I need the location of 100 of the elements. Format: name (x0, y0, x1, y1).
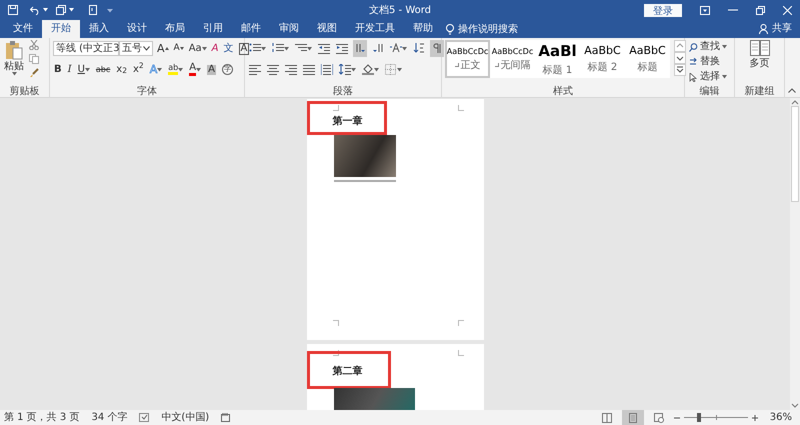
up-caret-icon (164, 47, 169, 50)
find-button[interactable]: 查找 (688, 40, 731, 54)
ribbon-tab[interactable]: 设计 (118, 20, 156, 38)
ribbon-tab[interactable]: 邮件 (232, 20, 270, 38)
caret-icon (722, 75, 727, 79)
ribbon-tab[interactable]: 布局 (156, 20, 194, 38)
minimize-icon[interactable] (728, 9, 738, 11)
restore-icon[interactable] (756, 6, 765, 14)
change-case-button[interactable]: Aa (188, 40, 208, 57)
ribbon-tab[interactable]: 视图 (308, 20, 346, 38)
left-to-right-icon (354, 43, 366, 54)
clear-format-button[interactable]: A (210, 40, 220, 57)
paragraph-mark-button[interactable] (430, 40, 444, 57)
scissors-icon[interactable] (29, 40, 39, 50)
replace-button[interactable]: 替换 (688, 55, 731, 69)
ribbon-tab[interactable]: 帮助 (404, 20, 442, 38)
ribbon-tab[interactable]: 审阅 (270, 20, 308, 38)
collapse-ribbon-icon[interactable] (788, 88, 796, 93)
customize-icon[interactable] (107, 8, 113, 12)
minus-icon[interactable] (674, 414, 680, 420)
caret-icon (69, 8, 74, 12)
caret-icon (374, 68, 379, 72)
undo-icon[interactable] (30, 5, 40, 15)
script-button[interactable]: x$^{2}$ (132, 61, 145, 78)
scrollbar-thumb[interactable] (791, 106, 799, 202)
scroll-up-icon[interactable] (674, 40, 686, 52)
ribbon-tab[interactable]: 开始 (42, 20, 80, 38)
page-count[interactable]: 第 1 页，共 3 页 (4, 410, 80, 425)
grow-font-button[interactable]: A (156, 40, 170, 57)
bold-button[interactable]: B (53, 61, 63, 78)
caret-icon (178, 68, 184, 72)
distributed-button[interactable] (320, 61, 334, 78)
bullets-icon (249, 43, 261, 54)
macro-icon[interactable] (221, 413, 230, 422)
font-size-field[interactable]: 五号 (119, 41, 153, 56)
layout-icon[interactable] (56, 5, 66, 15)
ribbon-tab[interactable]: 开发工具 (346, 20, 404, 38)
plus-icon[interactable] (752, 414, 758, 420)
zoom-slider[interactable] (684, 413, 748, 422)
ribbon-tab[interactable]: 文件 (4, 20, 42, 38)
italic-button[interactable]: I (66, 61, 73, 78)
proofing-icon[interactable] (139, 413, 150, 422)
globe-page-icon (654, 412, 664, 422)
distributed-icon (321, 64, 333, 75)
highlight-button[interactable]: ab (167, 61, 184, 78)
caret-icon (402, 46, 407, 50)
ribbon-tab[interactable]: 引用 (194, 20, 232, 38)
close-icon[interactable] (783, 6, 792, 14)
save-icon[interactable] (8, 5, 18, 15)
scroll-down-icon[interactable] (790, 402, 800, 410)
scroll-down-icon[interactable] (674, 52, 686, 64)
script-button[interactable]: x$_{2}$ (115, 61, 128, 78)
strikethrough-button[interactable]: abc (94, 61, 112, 78)
font-name-field[interactable]: 等线 (中文正3 (53, 41, 119, 56)
return-mark-icon (494, 63, 498, 67)
paintbrush-icon[interactable] (29, 68, 39, 78)
search-icon (689, 42, 698, 52)
increase-indent-icon (336, 43, 348, 54)
sort-icon (413, 43, 425, 54)
left-to-right-button[interactable] (353, 40, 367, 57)
character-shading-button[interactable]: A (206, 61, 217, 78)
gallery-more-icon[interactable] (674, 64, 686, 76)
character-border-button[interactable]: A (238, 40, 250, 57)
zoom-level[interactable]: 36% (770, 410, 792, 425)
chapter-heading: 第二章 (332, 364, 362, 379)
tell-me-search[interactable]: 操作说明搜索 (458, 22, 518, 36)
multiple-pages-button[interactable]: 多页 (748, 40, 770, 80)
numbering-icon (272, 43, 284, 54)
right-to-left-icon (372, 43, 384, 54)
style-item[interactable]: AaBbCcDc 正文 (445, 40, 490, 78)
font-color-button[interactable]: A (188, 61, 202, 78)
group-label: 剪贴板 (8, 86, 40, 98)
scroll-up-icon[interactable] (790, 98, 800, 106)
window-title: 文档5 - Word (368, 4, 432, 18)
borders-button[interactable] (384, 61, 403, 78)
asian-layout-icon (390, 43, 402, 54)
caret-icon (12, 72, 16, 76)
select-button[interactable]: 选择 (688, 70, 731, 84)
paste-button[interactable]: 粘贴 (3, 40, 25, 82)
chapter-heading: 第一章 (332, 114, 362, 129)
print-layout-button[interactable] (622, 410, 644, 425)
caret-icon (43, 8, 48, 12)
language-indicator[interactable]: 中文(中国) (161, 410, 210, 425)
share-button[interactable]: 共享 (768, 20, 792, 38)
paragraph-mark-icon (431, 43, 443, 54)
underline-button[interactable]: U (76, 61, 91, 78)
slider-thumb[interactable] (697, 413, 702, 422)
phonetic-guide-button[interactable]: 文 (222, 40, 235, 57)
line-spacing-icon (339, 64, 351, 75)
word-count[interactable]: 34 个字 (91, 410, 128, 425)
shrink-font-button[interactable]: A (172, 40, 185, 57)
ribbon-tab[interactable]: 插入 (80, 20, 118, 38)
align-right-icon (285, 64, 297, 75)
caret-icon (397, 68, 402, 72)
ribbon-display-icon[interactable] (700, 6, 710, 14)
person-icon (759, 24, 768, 34)
group-label: 样式 (552, 86, 574, 98)
sign-in-button[interactable]: 登录 (644, 4, 682, 16)
book-icon (602, 412, 612, 422)
line-spacing-button[interactable] (338, 61, 357, 78)
